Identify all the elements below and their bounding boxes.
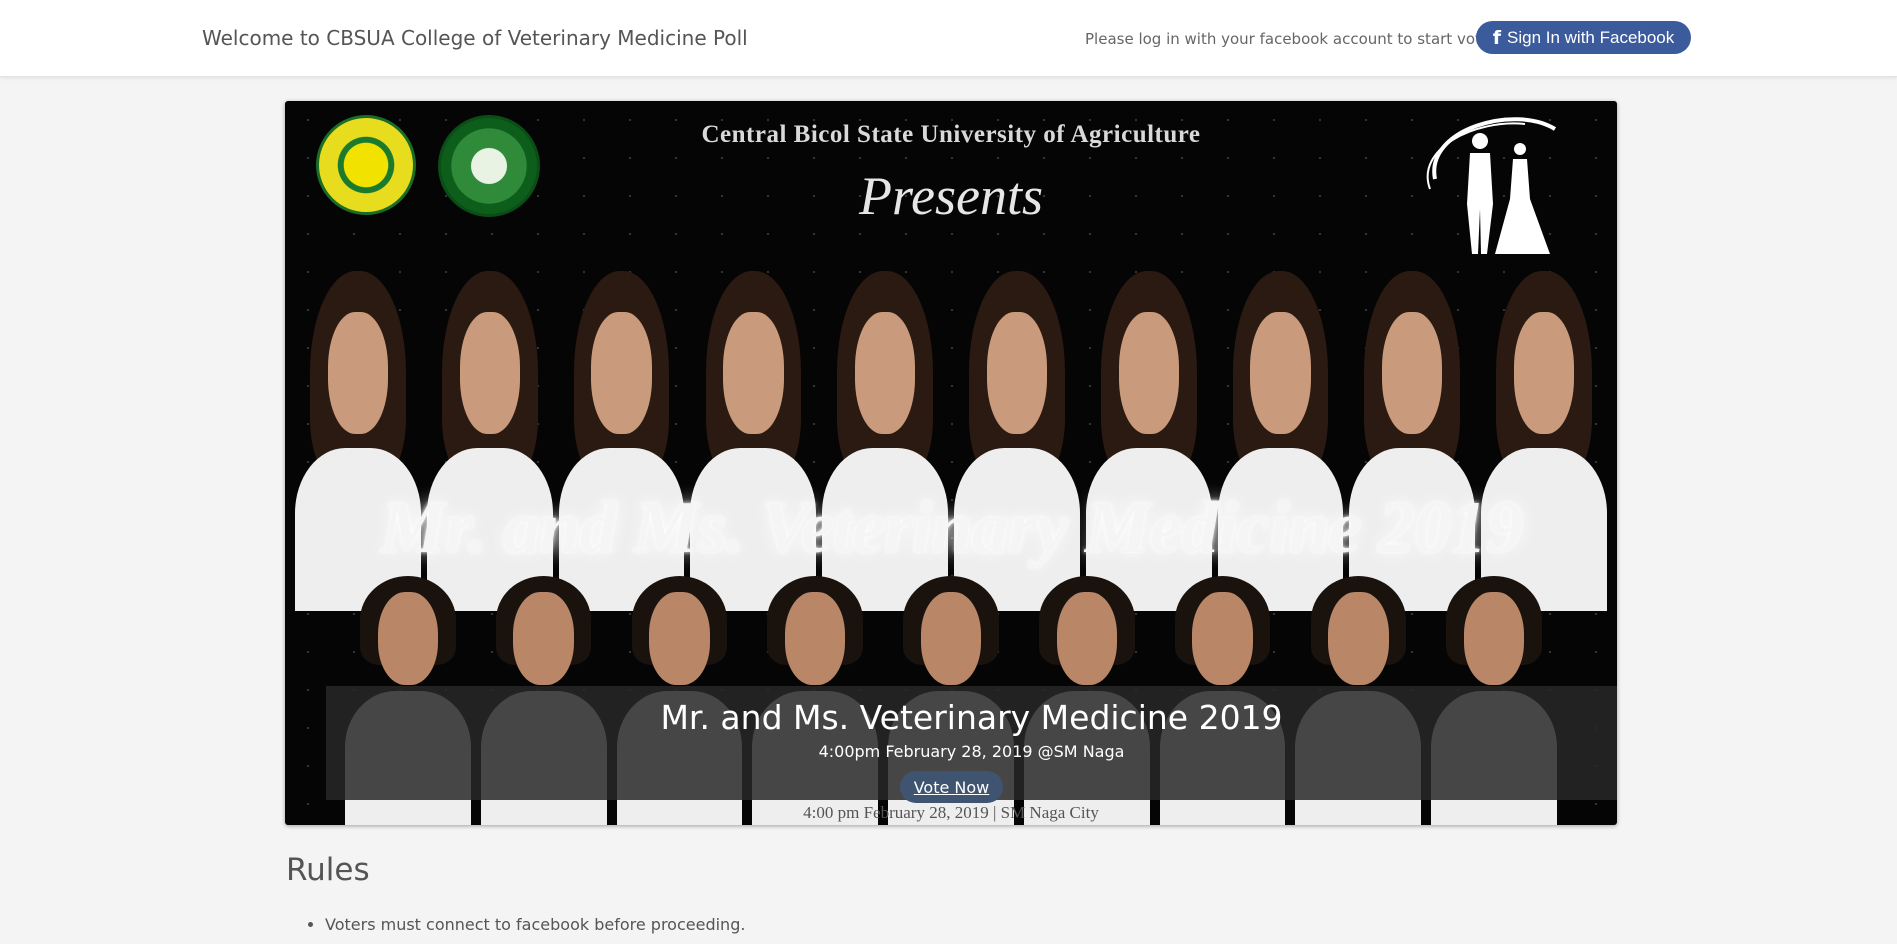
pageant-couple-logo	[1426, 117, 1557, 254]
banner-event-title: Mr. and Ms. Veterinary Medicine 2019	[380, 487, 1523, 569]
vote-now-button[interactable]: Vote Now	[900, 771, 1003, 803]
rules-list: Voters must connect to facebook before p…	[325, 915, 745, 934]
login-hint-text: Please log in with your facebook account…	[1085, 30, 1509, 48]
facebook-icon: f	[1492, 26, 1501, 49]
facebook-signin-button[interactable]: f Sign In with Facebook	[1476, 21, 1691, 54]
top-navbar: Welcome to CBSUA College of Veterinary M…	[0, 0, 1897, 77]
banner-date-location: 4:00 pm February 28, 2019 | SM Naga City	[803, 803, 1099, 822]
event-banner: Central Bicol State University of Agricu…	[285, 101, 1617, 825]
site-brand[interactable]: Welcome to CBSUA College of Veterinary M…	[202, 26, 748, 50]
rules-heading: Rules	[286, 852, 370, 888]
facebook-signin-label: Sign In with Facebook	[1507, 27, 1675, 47]
rule-item: Voters must connect to facebook before p…	[325, 915, 745, 934]
caption-subtitle: 4:00pm February 28, 2019 @SM Naga	[818, 742, 1125, 761]
caption-title: Mr. and Ms. Veterinary Medicine 2019	[660, 698, 1283, 737]
